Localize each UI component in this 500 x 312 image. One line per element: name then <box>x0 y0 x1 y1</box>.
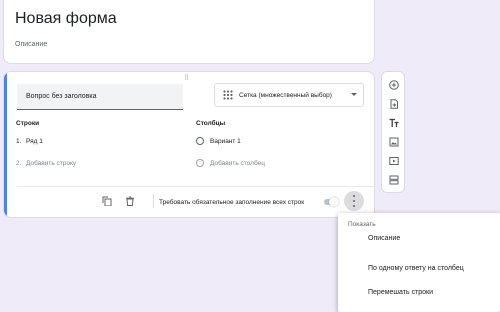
required-toggle[interactable] <box>324 197 339 207</box>
drag-handle-icon[interactable]: ⠿ <box>184 74 189 82</box>
menu-item-shuffle-rows[interactable]: Перемешать строки <box>368 289 433 296</box>
row-index: 1. <box>16 138 22 145</box>
question-title-field[interactable]: Вопрос без заголовка <box>17 84 183 110</box>
add-section-icon[interactable] <box>389 175 399 185</box>
form-title-card[interactable]: Новая форма Описание <box>3 0 375 64</box>
footer-separator <box>153 194 154 208</box>
add-image-icon[interactable] <box>389 137 399 147</box>
add-row-button[interactable]: Добавить строку <box>26 160 76 167</box>
grid-icon <box>223 90 233 100</box>
more-options-menu: Показать Описание По одному ответу на ст… <box>338 213 500 312</box>
delete-icon[interactable] <box>125 196 135 206</box>
form-title[interactable]: Новая форма <box>15 10 117 28</box>
rows-header: Строки <box>16 120 40 127</box>
more-options-button[interactable] <box>344 191 364 211</box>
question-title-text: Вопрос без заголовка <box>26 93 97 100</box>
more-vert-icon <box>353 195 355 207</box>
chevron-down-icon <box>351 93 357 96</box>
active-question-indicator <box>4 72 7 217</box>
menu-item-one-response-per-column[interactable]: По одному ответу на столбец <box>368 265 464 272</box>
required-label: Требовать обязательное заполнение всех с… <box>159 199 305 206</box>
add-question-icon[interactable] <box>389 80 399 90</box>
add-column-button[interactable]: Добавить столбец <box>210 160 265 167</box>
footer-divider <box>17 186 374 187</box>
row-item[interactable]: Ряд 1 <box>26 138 43 145</box>
columns-header: Столбцы <box>196 120 226 127</box>
question-type-label: Сетка (множественный выбор) <box>239 92 332 99</box>
import-questions-icon[interactable] <box>389 99 399 109</box>
menu-item-description[interactable]: Описание <box>368 235 400 242</box>
row-index: 2. <box>16 160 22 167</box>
add-title-icon[interactable] <box>389 118 399 128</box>
form-description-field[interactable]: Описание <box>15 41 47 48</box>
question-card[interactable]: ⠿ Вопрос без заголовка Сетка (множествен… <box>3 71 375 218</box>
toggle-knob <box>329 197 339 207</box>
radio-circle-icon <box>196 159 204 167</box>
question-type-select[interactable]: Сетка (множественный выбор) <box>214 83 364 107</box>
radio-circle-icon <box>196 137 204 145</box>
duplicate-icon[interactable] <box>102 196 112 206</box>
column-item[interactable]: Вариант 1 <box>210 138 241 145</box>
side-toolbar <box>381 71 405 193</box>
add-video-icon[interactable] <box>389 156 399 166</box>
menu-header: Показать <box>348 221 376 228</box>
